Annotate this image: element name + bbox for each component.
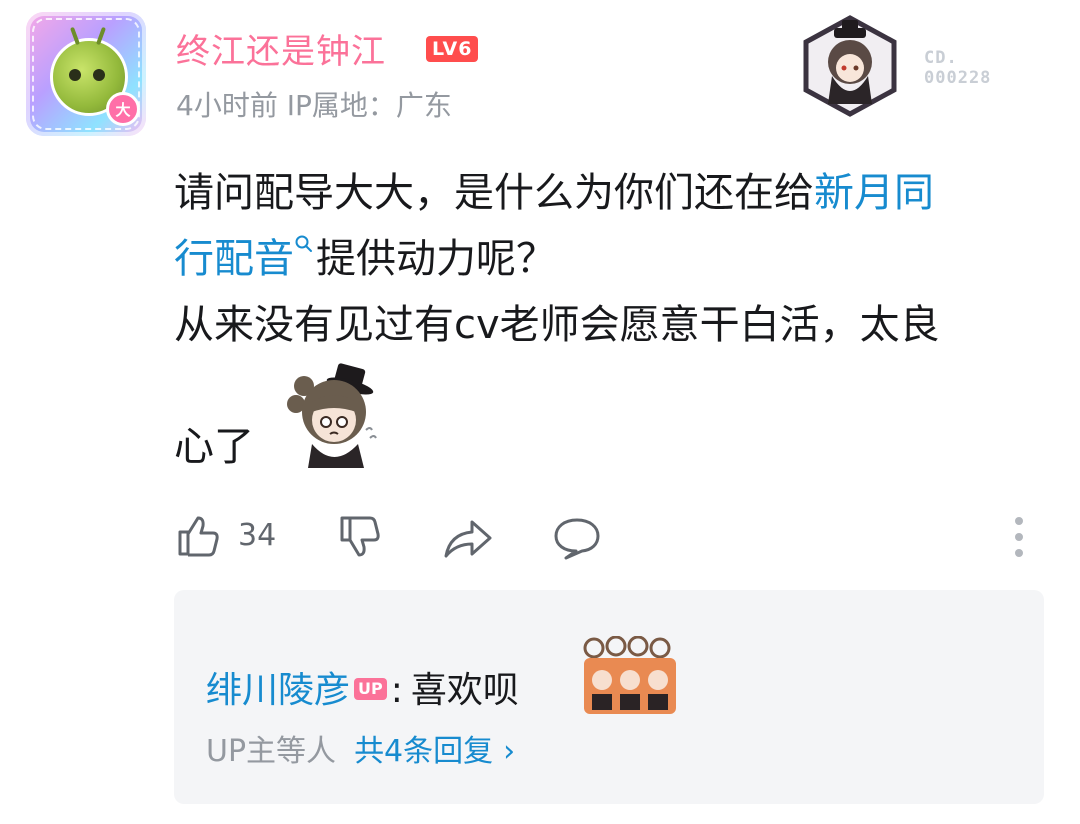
comment-line-1: 请问配导大大，是什么为你们还在给新月同 [174,160,1044,226]
avatar-badge: 大 [106,92,140,126]
comment-icon[interactable] [552,514,602,566]
comment-body: 请问配导大大，是什么为你们还在给新月同 行配音 提供动力呢？ 从来没有见过有cv老… [174,160,1044,358]
search-link-part2[interactable]: 行配音 [174,236,294,282]
fan-card-decoration[interactable] [798,14,902,118]
thumbs-up-icon[interactable] [174,512,222,564]
chevron-right-icon[interactable]: › [503,734,515,769]
reply-emoji-sticker [580,635,680,718]
user-avatar[interactable]: 大 [26,12,146,136]
comment-line-3: 从来没有见过有cv老师会愿意干白活，太良 [174,302,940,348]
comment-text-1: 请问配导大大，是什么为你们还在给 [174,170,814,216]
view-replies-link[interactable]: 共4条回复 [354,734,493,769]
reply-footer[interactable]: UP主等人 共4条回复 › [206,730,515,774]
reply-username[interactable]: 绯川陵彦 [206,670,350,711]
more-icon[interactable] [1012,516,1026,558]
fan-card-code-line2: 000228 [924,68,992,88]
reply-footer-who: UP主等人 [206,734,337,769]
search-link-part1[interactable]: 新月同 [814,170,934,216]
level-badge: LV6 [426,36,479,62]
comment-text-2: 提供动力呢？ [316,236,556,282]
fan-card-number: CD. 000228 [924,48,991,88]
top-reply[interactable]: 绯川陵彦 UP: 喜欢呗 [206,664,519,718]
fan-card-code-line1: CD. [924,48,958,68]
up-badge: UP [354,678,387,700]
comment-line-4: 心了 [174,424,254,470]
search-icon[interactable] [294,234,314,254]
thumbs-down-icon[interactable] [336,514,384,566]
like-count: 34 [238,518,277,553]
reply-separator: : [390,670,403,711]
reply-text: 喜欢呗 [410,670,519,711]
comment-line-2: 行配音 提供动力呢？ [174,226,1044,292]
emoji-sticker [274,360,390,476]
comment-username[interactable]: 终江还是钟江 [176,24,386,73]
comment-meta: 4小时前 IP属地：广东 [176,89,452,122]
share-icon[interactable] [442,514,494,566]
